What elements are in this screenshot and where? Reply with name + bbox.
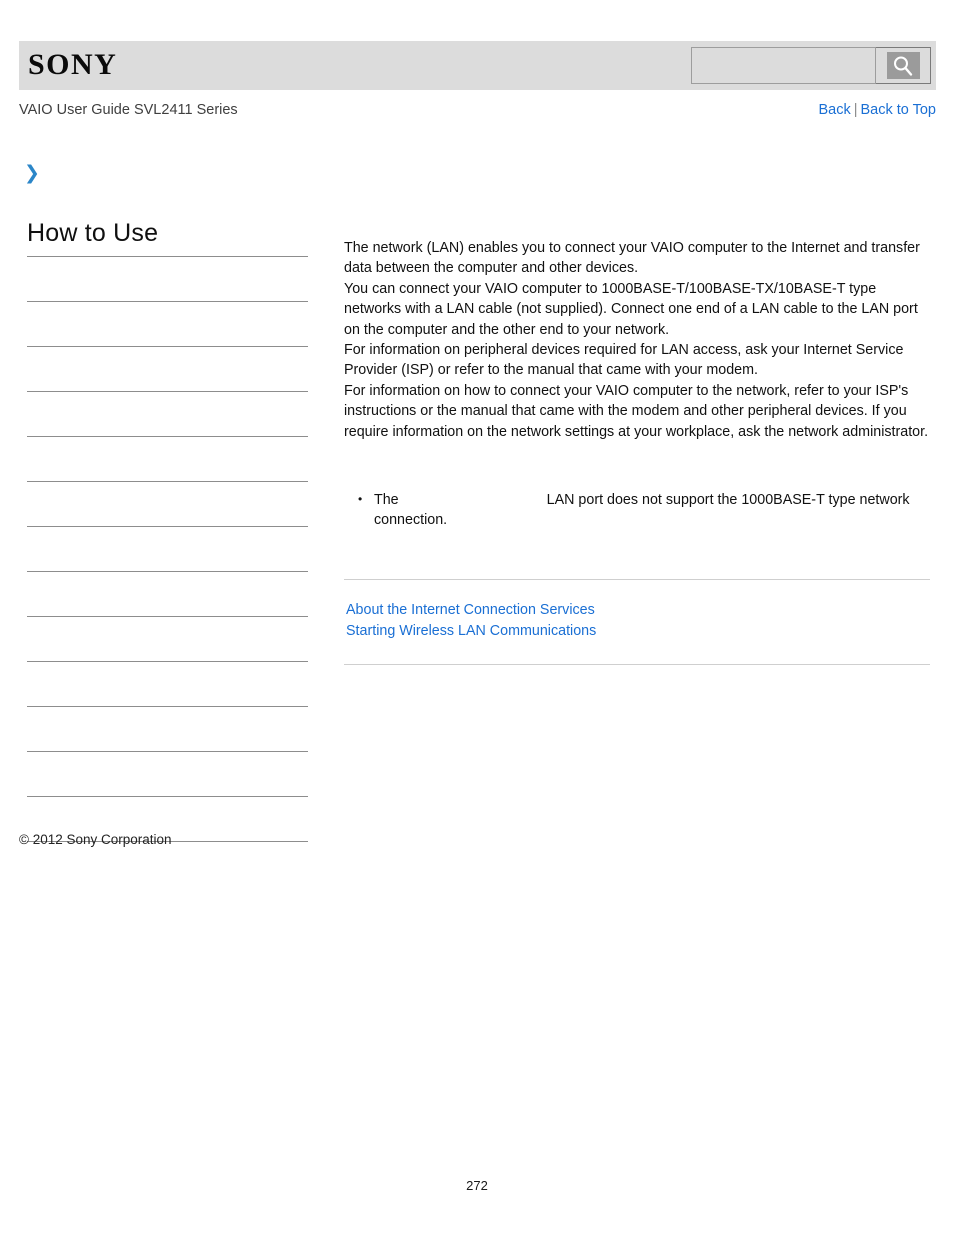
sidebar-item-4[interactable] — [27, 392, 308, 436]
link-separator: | — [853, 102, 858, 118]
note-prefix: The — [374, 492, 399, 509]
sidebar-item-7[interactable] — [27, 527, 308, 571]
page-title: How to Use — [27, 219, 159, 247]
list-item: TheLAN port does not support the 1000BAS… — [358, 489, 930, 531]
content-divider-bottom — [344, 663, 930, 665]
note-suffix: LAN port does not support the 1000BASE-T… — [374, 492, 910, 529]
sidebar-item-11[interactable] — [27, 707, 308, 751]
sony-logo: SONY — [28, 48, 118, 81]
sidebar-item-9[interactable] — [27, 617, 308, 661]
sidebar-item-3[interactable] — [27, 347, 308, 391]
note-list: TheLAN port does not support the 1000BAS… — [344, 489, 930, 531]
breadcrumb: ❯ — [24, 161, 324, 185]
related-link-wireless-lan-communications[interactable]: Starting Wireless LAN Communications — [346, 621, 930, 642]
body-paragraph-3: For information on peripheral devices re… — [344, 342, 904, 379]
search-input[interactable] — [691, 47, 876, 84]
sidebar-item-5[interactable] — [27, 437, 308, 481]
back-link[interactable]: Back — [818, 102, 850, 118]
sidebar-item-1[interactable] — [27, 257, 308, 301]
sidebar-item-8[interactable] — [27, 572, 308, 616]
search-button[interactable] — [876, 47, 931, 84]
chevron-right-icon[interactable]: ❯ — [24, 164, 42, 183]
page-number: 272 — [466, 1178, 488, 1193]
sidebar-item-2[interactable] — [27, 302, 308, 346]
guide-title: VAIO User Guide SVL2411 Series — [19, 102, 238, 118]
back-to-top-link[interactable]: Back to Top — [860, 102, 936, 118]
sidebar-item-10[interactable] — [27, 662, 308, 706]
search-area — [691, 47, 931, 84]
main-content: The network (LAN) enables you to connect… — [344, 238, 930, 665]
header-banner: SONY — [19, 41, 936, 90]
header-nav-links: Back | Back to Top — [818, 102, 936, 118]
copyright-text: © 2012 Sony Corporation — [19, 832, 172, 847]
body-paragraph-1: The network (LAN) enables you to connect… — [344, 240, 920, 277]
sidebar-item-12[interactable] — [27, 752, 308, 796]
body-paragraph-4: For information on how to connect your V… — [344, 382, 929, 440]
sidebar: How to Use — [27, 218, 308, 842]
related-link-internet-connection-services[interactable]: About the Internet Connection Services — [346, 600, 930, 621]
sidebar-item-6[interactable] — [27, 482, 308, 526]
body-paragraph-2: You can connect your VAIO computer to 10… — [344, 280, 918, 338]
search-icon — [886, 52, 920, 79]
related-links: About the Internet Connection Services S… — [344, 580, 930, 664]
